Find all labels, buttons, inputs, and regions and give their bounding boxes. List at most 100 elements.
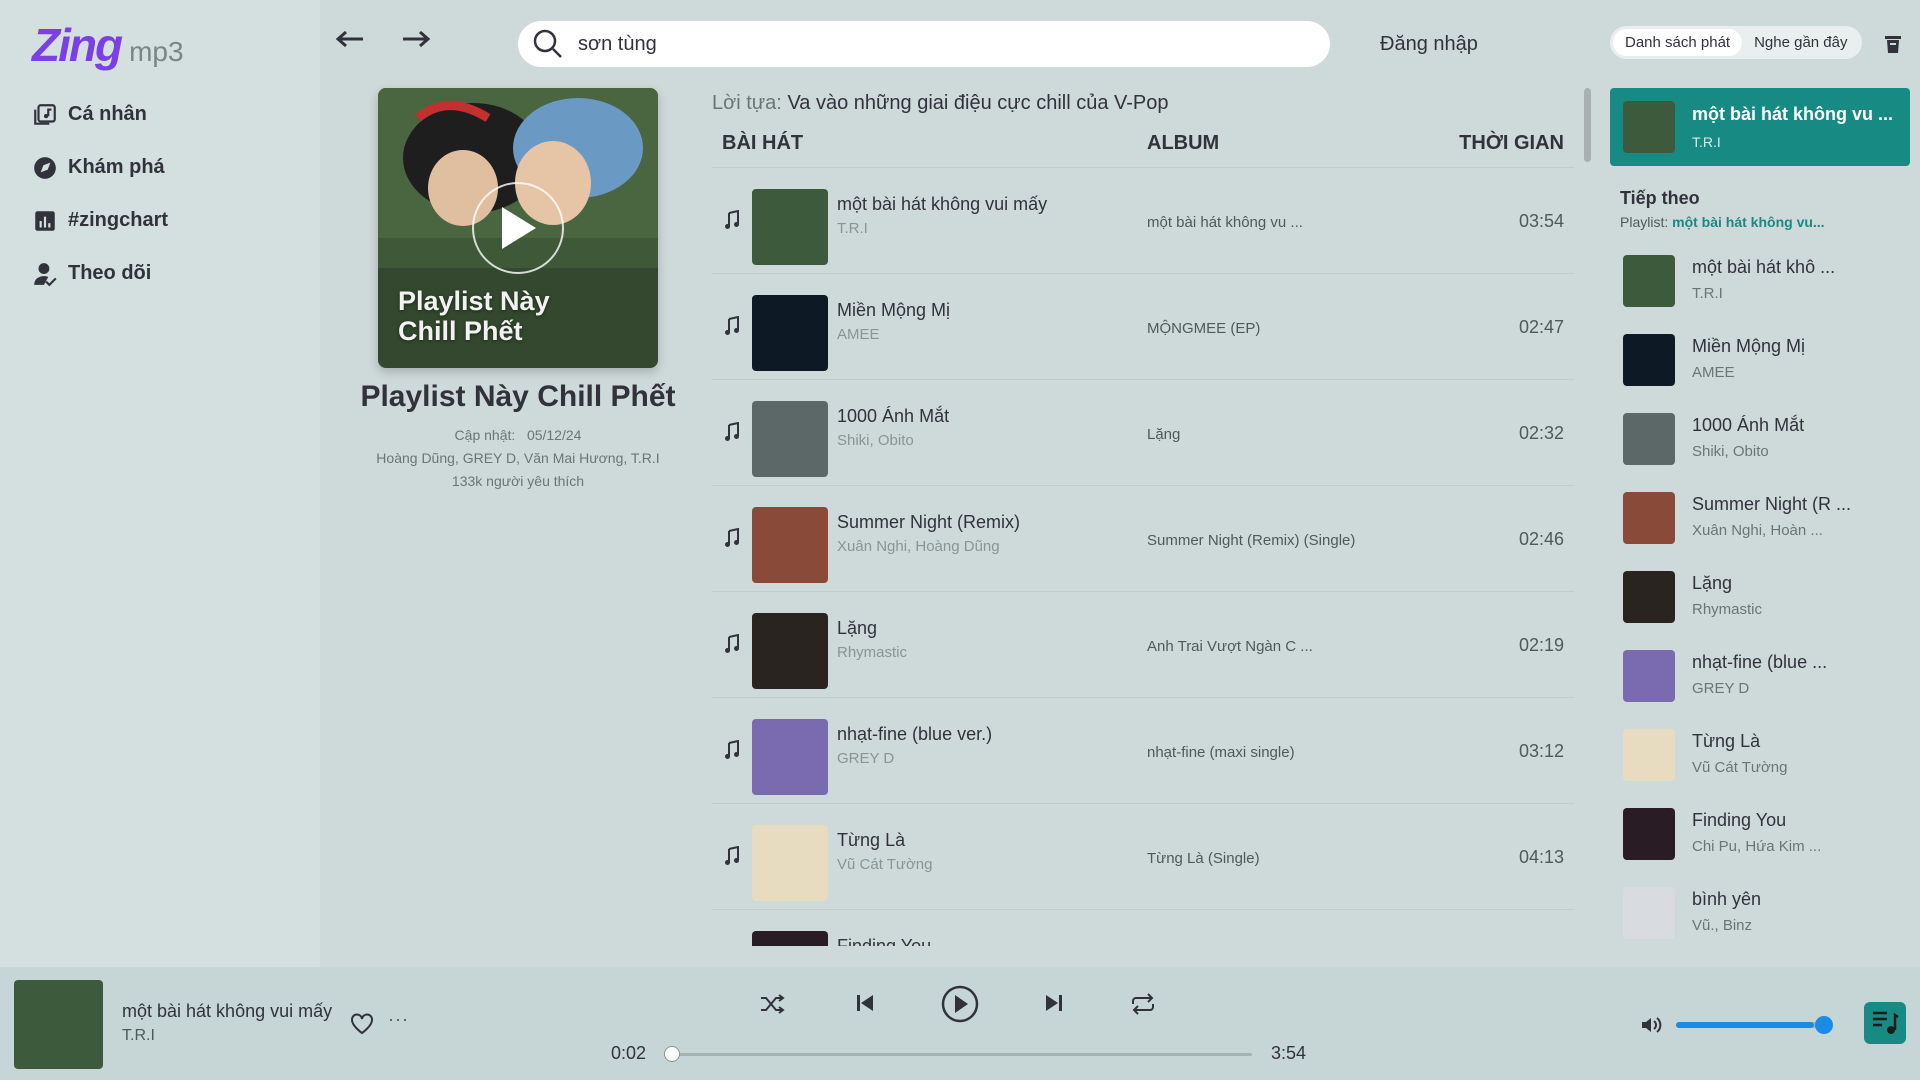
play-button[interactable] (940, 984, 980, 1024)
shuffle-button[interactable] (760, 993, 786, 1015)
back-button[interactable] (330, 22, 370, 56)
queue-thumbnail (1623, 808, 1675, 860)
song-album[interactable]: Summer Night (Remix) (Single) (1147, 532, 1355, 549)
song-artist[interactable]: Rhymastic (837, 644, 907, 661)
updated-date: 05/12/24 (526, 427, 582, 443)
header-time: THỜI GIAN (1459, 132, 1564, 154)
queue-item[interactable]: Lặng Rhymastic (1610, 559, 1910, 638)
song-album[interactable]: nhạt-fine (maxi single) (1147, 744, 1295, 761)
song-title[interactable]: Lặng (837, 618, 877, 639)
playlist-link[interactable]: một bài hát không vu... (1672, 214, 1824, 230)
play-playlist-button[interactable] (472, 182, 564, 274)
playlist-caption: Lời tựa: Va vào những giai điệu cực chil… (712, 92, 1169, 115)
repeat-button[interactable] (1130, 993, 1156, 1015)
queue-title: bình yên (1692, 889, 1762, 909)
song-thumbnail[interactable] (752, 825, 828, 901)
music-note-icon (724, 527, 740, 553)
table-row[interactable]: Finding You (712, 910, 1574, 946)
queue-artist: Chi Pu, Hứa Kim ... (1692, 838, 1822, 855)
follow-icon (34, 262, 57, 286)
tab-playlist[interactable]: Danh sách phát (1613, 29, 1743, 56)
song-title[interactable]: một bài hát không vui mấy (837, 194, 1047, 215)
table-row[interactable]: Summer Night (Remix) Xuân Nghi, Hoàng Dũn… (712, 486, 1574, 592)
cover-text-line-1: Playlist Này (398, 286, 550, 316)
search-bar[interactable] (518, 21, 1330, 67)
volume-slider[interactable] (1676, 1022, 1826, 1028)
queue-toggle-button[interactable] (1864, 1002, 1906, 1044)
updated-label: Cập nhật: (454, 427, 516, 443)
playlist-cover[interactable]: Playlist Này Chill Phết (378, 88, 658, 368)
song-artist[interactable]: AMEE (837, 326, 880, 343)
tab-recent[interactable]: Nghe gần đây (1742, 29, 1859, 56)
volume-handle[interactable] (1815, 1016, 1833, 1034)
song-title[interactable]: nhạt-fine (blue ver.) (837, 724, 992, 745)
sidebar-item-discover[interactable]: Khám phá (32, 141, 168, 194)
song-thumbnail[interactable] (752, 507, 828, 583)
volume-button[interactable] (1640, 1015, 1664, 1040)
song-title[interactable]: Summer Night (Remix) (837, 512, 1020, 533)
song-artist[interactable]: T.R.I (837, 220, 868, 237)
logo[interactable]: Zing mp3 (32, 18, 184, 72)
song-title[interactable]: Finding You (837, 936, 931, 946)
queue-item[interactable]: một bài hát khô ... T.R.I (1610, 243, 1910, 322)
table-row[interactable]: nhạt-fine (blue ver.) GREY D nhạt-fine (ma… (712, 698, 1574, 804)
sidebar-item-personal[interactable]: Cá nhân (32, 88, 168, 141)
previous-button[interactable] (855, 993, 875, 1013)
table-row[interactable]: Lặng Rhymastic Anh Trai Vượt Ngàn C ... 02:… (712, 592, 1574, 698)
queue-item[interactable]: Từng Là Vũ Cát Tường (1610, 717, 1910, 796)
table-row[interactable]: một bài hát không vui mấy T.R.I một bài há… (712, 168, 1574, 274)
playlist-label: Playlist: (1620, 214, 1669, 230)
skip-previous-icon (857, 995, 873, 1011)
queue-item[interactable]: nhạt-fine (blue ... GREY D (1610, 638, 1910, 717)
song-album[interactable]: Lặng (1147, 426, 1180, 443)
player-thumbnail[interactable] (14, 980, 103, 1069)
queue-thumbnail (1623, 413, 1675, 465)
song-thumbnail[interactable] (752, 931, 828, 946)
sidebar-item-following[interactable]: Theo dõi (32, 247, 168, 300)
now-playing-item[interactable]: một bài hát không vu ... T.R.I (1610, 88, 1910, 166)
song-artist[interactable]: Vũ Cát Tường (837, 856, 932, 873)
song-thumbnail[interactable] (752, 295, 828, 371)
queue-artist: GREY D (1692, 680, 1750, 697)
song-album[interactable]: Anh Trai Vượt Ngàn C ... (1147, 638, 1313, 655)
queue-title: Miền Mộng Mị (1692, 336, 1806, 356)
playlist-likes: 133k người yêu thích (451, 473, 585, 489)
table-row[interactable]: 1000 Ánh Mắt Shiki, Obito Lặng 02:32 (712, 380, 1574, 486)
next-button[interactable] (1044, 993, 1064, 1013)
song-album[interactable]: Từng Là (Single) (1147, 850, 1260, 867)
song-thumbnail[interactable] (752, 189, 828, 265)
song-thumbnail[interactable] (752, 613, 828, 689)
song-album[interactable]: MỘNGMEE (EP) (1147, 320, 1260, 337)
song-title[interactable]: Miền Mộng Mị (837, 300, 950, 321)
clear-queue-button[interactable] (1884, 34, 1902, 59)
queue-item[interactable]: bình yên Vũ., Binz (1610, 875, 1910, 954)
login-link[interactable]: Đăng nhập (1380, 33, 1478, 56)
song-title[interactable]: 1000 Ánh Mắt (837, 406, 949, 427)
header-album: ALBUM (1147, 132, 1220, 154)
queue-artist: AMEE (1692, 364, 1735, 381)
table-row[interactable]: Miền Mộng Mị AMEE MỘNGMEE (EP) 02:47 (712, 274, 1574, 380)
progress-bar[interactable] (672, 1053, 1252, 1056)
player-title[interactable]: một bài hát không vui mấy (122, 1001, 332, 1022)
queue-artist: Shiki, Obito (1692, 443, 1769, 460)
song-artist[interactable]: Xuân Nghi, Hoàng Dũng (837, 538, 1000, 555)
song-thumbnail[interactable] (752, 719, 828, 795)
queue-item[interactable]: Summer Night (R ... Xuân Nghi, Hoàn ... (1610, 480, 1910, 559)
search-input[interactable] (578, 32, 1278, 56)
song-album[interactable]: một bài hát không vu ... (1147, 214, 1303, 231)
queue-item[interactable]: Finding You Chi Pu, Hứa Kim ... (1610, 796, 1910, 875)
table-row[interactable]: Từng Là Vũ Cát Tường Từng Là (Single) 04:13 (712, 804, 1574, 910)
sidebar-item-zingchart[interactable]: #zingchart (32, 194, 168, 247)
song-thumbnail[interactable] (752, 401, 828, 477)
more-options-button[interactable]: ··· (388, 1009, 409, 1030)
like-button[interactable] (350, 1013, 374, 1040)
player-artist[interactable]: T.R.I (122, 1027, 155, 1045)
song-list-scrollbar[interactable] (1584, 88, 1591, 162)
song-artist[interactable]: GREY D (837, 750, 894, 767)
song-artist[interactable]: Shiki, Obito (837, 432, 914, 449)
queue-item[interactable]: 1000 Ánh Mắt Shiki, Obito (1610, 401, 1910, 480)
forward-button[interactable] (396, 22, 436, 56)
queue-item[interactable]: Miền Mộng Mị AMEE (1610, 322, 1910, 401)
song-title[interactable]: Từng Là (837, 830, 905, 851)
progress-handle[interactable] (664, 1046, 680, 1062)
